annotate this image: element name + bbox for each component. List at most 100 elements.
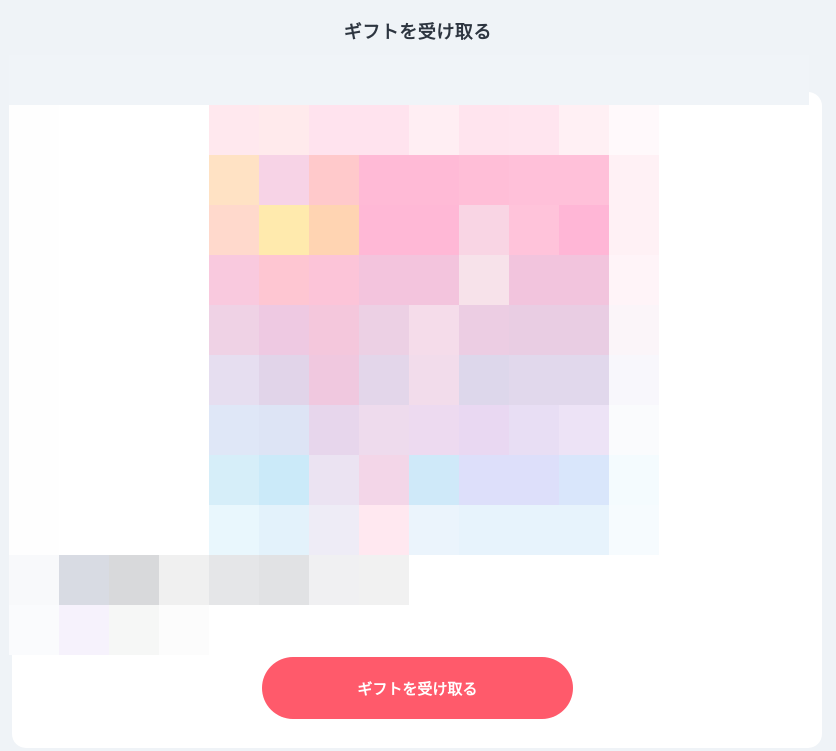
mosaic-pixel bbox=[509, 455, 559, 505]
mosaic-pixel bbox=[309, 505, 359, 555]
mosaic-pixel bbox=[9, 105, 59, 155]
mosaic-pixel bbox=[59, 105, 109, 155]
mosaic-pixel bbox=[309, 155, 359, 205]
mosaic-pixel bbox=[59, 505, 109, 555]
mosaic-pixel bbox=[359, 455, 409, 505]
mosaic-pixel bbox=[459, 305, 509, 355]
mosaic-pixel bbox=[9, 455, 59, 505]
mosaic-pixel bbox=[159, 305, 209, 355]
mosaic-pixel bbox=[409, 255, 459, 305]
mosaic-pixel bbox=[159, 455, 209, 505]
mosaic-pixel bbox=[609, 105, 659, 155]
mosaic-pixel bbox=[209, 605, 259, 655]
mosaic-pixel bbox=[209, 455, 259, 505]
mosaic-pixel bbox=[109, 355, 159, 405]
mosaic-pixel bbox=[109, 505, 159, 555]
mosaic-pixel bbox=[509, 305, 559, 355]
mosaic-pixel bbox=[109, 605, 159, 655]
mosaic-pixel bbox=[509, 205, 559, 255]
mosaic-pixel bbox=[409, 505, 459, 555]
mosaic-pixel bbox=[559, 505, 609, 555]
mosaic-pixel bbox=[259, 255, 309, 305]
mosaic-pixel bbox=[409, 355, 459, 405]
mosaic-pixel bbox=[309, 405, 359, 455]
mosaic-pixel bbox=[159, 505, 209, 555]
mosaic-pixel bbox=[309, 555, 359, 605]
mosaic-pixel bbox=[609, 455, 659, 505]
mosaic-pixel bbox=[509, 405, 559, 455]
mosaic-pixel bbox=[509, 155, 559, 205]
mosaic-pixel bbox=[459, 155, 509, 205]
mosaic-pixel bbox=[159, 355, 209, 405]
mosaic-pixel bbox=[109, 255, 159, 305]
mosaic-pixel bbox=[509, 505, 559, 555]
mosaic-pixel bbox=[209, 155, 259, 205]
mosaic-pixel bbox=[259, 305, 309, 355]
mosaic-pixel bbox=[559, 405, 609, 455]
mosaic-pixel bbox=[209, 305, 259, 355]
mosaic-pixel bbox=[59, 305, 109, 355]
mosaic-pixel bbox=[609, 555, 659, 605]
mosaic-pixel bbox=[259, 455, 309, 505]
mosaic-pixel bbox=[559, 605, 609, 655]
mosaic-pixel bbox=[509, 355, 559, 405]
mosaic-pixel bbox=[459, 205, 509, 255]
mosaic-pixel bbox=[559, 555, 609, 605]
page-title: ギフトを受け取る bbox=[344, 22, 492, 43]
mosaic-pixel bbox=[59, 355, 109, 405]
receive-gift-button[interactable]: ギフトを受け取る bbox=[262, 657, 573, 719]
mosaic-pixel bbox=[59, 605, 109, 655]
mosaic-pixel bbox=[109, 305, 159, 355]
mosaic-pixel bbox=[209, 205, 259, 255]
mosaic-pixel bbox=[9, 355, 59, 405]
mosaic-pixel bbox=[59, 555, 109, 605]
mosaic-pixel bbox=[109, 205, 159, 255]
mosaic-pixel bbox=[459, 455, 509, 505]
mosaic-pixel bbox=[359, 305, 409, 355]
mosaic-pixel bbox=[409, 205, 459, 255]
mosaic-pixel bbox=[259, 505, 309, 555]
mosaic-pixel bbox=[509, 605, 559, 655]
mosaic-pixel bbox=[459, 105, 509, 155]
mosaic-pixel bbox=[559, 155, 609, 205]
mosaic-pixel bbox=[609, 255, 659, 305]
mosaic-pixel bbox=[159, 105, 209, 155]
mosaic-pixel bbox=[9, 555, 59, 605]
gift-receive-page: ギフトを受け取る ギフトを受け取る bbox=[0, 0, 836, 751]
mosaic-pixel bbox=[9, 405, 59, 455]
mosaic-pixel bbox=[409, 455, 459, 505]
mosaic-pixel bbox=[9, 155, 59, 205]
mosaic-pixel bbox=[509, 255, 559, 305]
mosaic-pixel bbox=[209, 505, 259, 555]
mosaic-pixel bbox=[59, 405, 109, 455]
mosaic-pixel bbox=[9, 255, 59, 305]
mosaic-pixel bbox=[309, 255, 359, 305]
mosaic-pixel bbox=[159, 555, 209, 605]
mosaic-pixel bbox=[359, 405, 409, 455]
mosaic-pixel bbox=[109, 105, 159, 155]
mosaic-pixel bbox=[559, 255, 609, 305]
mosaic-pixel bbox=[209, 405, 259, 455]
mosaic-pixel bbox=[9, 205, 59, 255]
mosaic-pixel bbox=[209, 555, 259, 605]
mosaic-pixel bbox=[259, 555, 309, 605]
mosaic-pixel bbox=[609, 355, 659, 405]
mosaic-pixel bbox=[409, 405, 459, 455]
gift-image bbox=[9, 105, 659, 655]
mosaic-pixel bbox=[509, 105, 559, 155]
mosaic-pixel bbox=[359, 605, 409, 655]
card-header-band bbox=[9, 55, 809, 105]
mosaic-pixel bbox=[59, 155, 109, 205]
mosaic-pixel bbox=[259, 355, 309, 405]
mosaic-pixel bbox=[359, 255, 409, 305]
mosaic-pixel bbox=[209, 255, 259, 305]
mosaic-pixel bbox=[609, 205, 659, 255]
mosaic-pixel bbox=[509, 555, 559, 605]
mosaic-pixel bbox=[609, 405, 659, 455]
mosaic-pixel bbox=[159, 405, 209, 455]
mosaic-pixel bbox=[159, 205, 209, 255]
mosaic-pixel bbox=[559, 455, 609, 505]
mosaic-pixel bbox=[9, 505, 59, 555]
mosaic-pixel bbox=[259, 205, 309, 255]
mosaic-pixel bbox=[459, 355, 509, 405]
